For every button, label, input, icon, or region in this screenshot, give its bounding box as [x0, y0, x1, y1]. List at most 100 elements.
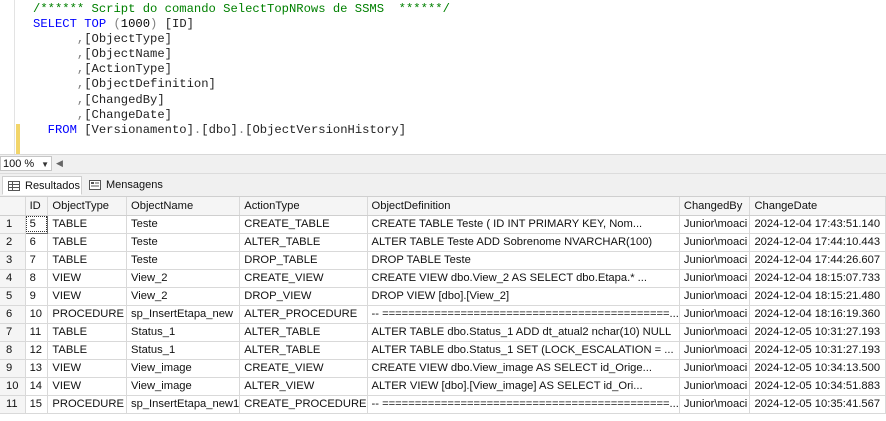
row-number[interactable]: 10	[0, 377, 26, 396]
column-header[interactable]: ObjectName	[126, 197, 241, 216]
table-cell[interactable]: TABLE	[47, 251, 128, 270]
table-row[interactable]: 2 6 TABLE Teste ALTER_TABLE ALTER TABLE Teste…	[0, 233, 886, 252]
table-cell[interactable]: 2024-12-05 10:35:41.567	[749, 395, 886, 414]
table-cell[interactable]: DROP VIEW [dbo].[View_2]	[367, 287, 680, 306]
table-cell[interactable]: 5	[24, 214, 49, 234]
column-header[interactable]: ChangeDate	[749, 197, 886, 216]
row-number[interactable]: 1	[0, 215, 26, 234]
table-cell[interactable]: VIEW	[47, 287, 128, 306]
table-cell[interactable]: CREATE_VIEW	[239, 359, 368, 378]
table-cell[interactable]: 13	[25, 359, 49, 378]
table-cell[interactable]: Teste	[126, 215, 241, 234]
table-cell[interactable]: DROP TABLE Teste	[367, 251, 680, 270]
row-number[interactable]: 3	[0, 251, 26, 270]
table-cell[interactable]: Junior\moaci	[679, 359, 751, 378]
table-cell[interactable]: TABLE	[47, 323, 128, 342]
row-number[interactable]: 2	[0, 233, 26, 252]
table-cell[interactable]: ALTER_TABLE	[239, 323, 368, 342]
table-cell[interactable]: Junior\moaci	[679, 341, 751, 360]
table-cell[interactable]: Junior\moaci	[679, 323, 751, 342]
table-cell[interactable]: CREATE TABLE Teste ( ID INT PRIMARY KEY,…	[367, 215, 680, 234]
table-cell[interactable]: Junior\moaci	[679, 305, 751, 324]
table-cell[interactable]: View_2	[126, 287, 241, 306]
table-cell[interactable]: ALTER TABLE Teste ADD Sobrenome NVARCHAR…	[367, 233, 680, 252]
table-cell[interactable]: 12	[25, 341, 49, 360]
table-cell[interactable]: View_image	[126, 377, 241, 396]
table-cell[interactable]: View_2	[126, 269, 241, 288]
table-row[interactable]: 11 15 PROCEDURE sp_InsertEtapa_new1 CREATE_P…	[0, 395, 886, 414]
table-cell[interactable]: PROCEDURE	[47, 395, 128, 414]
column-header[interactable]: ObjectDefinition	[367, 197, 680, 216]
table-cell[interactable]: CREATE VIEW dbo.View_2 AS SELECT dbo.Eta…	[367, 269, 680, 288]
table-cell[interactable]: ALTER_TABLE	[239, 233, 368, 252]
table-cell[interactable]: DROP_TABLE	[239, 251, 368, 270]
table-cell[interactable]: 2024-12-05 10:31:27.193	[749, 323, 886, 342]
table-cell[interactable]: 2024-12-05 10:31:27.193	[749, 341, 886, 360]
table-cell[interactable]: 2024-12-04 17:44:10.443	[749, 233, 886, 252]
row-number[interactable]: 4	[0, 269, 26, 288]
tab-resultados[interactable]: Resultados	[2, 176, 82, 195]
table-cell[interactable]: 15	[25, 395, 49, 414]
column-header[interactable]: ObjectType	[47, 197, 128, 216]
scroll-left-icon[interactable]: ◀	[56, 158, 63, 169]
table-cell[interactable]: sp_InsertEtapa_new	[126, 305, 241, 324]
table-cell[interactable]: VIEW	[47, 269, 128, 288]
table-cell[interactable]: CREATE VIEW dbo.View_image AS SELECT id_…	[367, 359, 680, 378]
table-row[interactable]: 10 14 VIEW View_image ALTER_VIEW ALTER VIEW …	[0, 377, 886, 396]
table-cell[interactable]: 14	[25, 377, 49, 396]
table-cell[interactable]: Junior\moaci	[679, 233, 751, 252]
table-row[interactable]: 5 9 VIEW View_2 DROP_VIEW DROP VIEW [dbo].[Vi…	[0, 287, 886, 306]
table-cell[interactable]: 10	[25, 305, 49, 324]
column-header[interactable]: ChangedBy	[679, 197, 751, 216]
table-cell[interactable]: 8	[25, 269, 49, 288]
table-cell[interactable]: 11	[25, 323, 49, 342]
query-editor[interactable]: /****** Script do comando SelectTopNRows…	[0, 0, 886, 154]
table-cell[interactable]: 7	[25, 251, 49, 270]
sql-code[interactable]: /****** Script do comando SelectTopNRows…	[33, 2, 450, 138]
table-cell[interactable]: CREATE_TABLE	[239, 215, 368, 234]
row-number[interactable]: 8	[0, 341, 26, 360]
zoom-select[interactable]: 100 % ▼	[0, 156, 52, 171]
table-cell[interactable]: 9	[25, 287, 49, 306]
table-cell[interactable]: Junior\moaci	[679, 251, 751, 270]
table-cell[interactable]: ALTER TABLE dbo.Status_1 ADD dt_atual2 n…	[367, 323, 680, 342]
table-cell[interactable]: View_image	[126, 359, 241, 378]
table-cell[interactable]: Status_1	[126, 323, 241, 342]
table-row[interactable]: 4 8 VIEW View_2 CREATE_VIEW CREATE VIEW dbo.V…	[0, 269, 886, 288]
table-cell[interactable]: DROP_VIEW	[239, 287, 368, 306]
table-cell[interactable]: Junior\moaci	[679, 287, 751, 306]
table-cell[interactable]: 2024-12-04 17:44:26.607	[749, 251, 886, 270]
table-cell[interactable]: Teste	[126, 251, 241, 270]
table-cell[interactable]: ALTER_PROCEDURE	[239, 305, 368, 324]
table-cell[interactable]: CREATE_VIEW	[239, 269, 368, 288]
table-cell[interactable]: 6	[25, 233, 49, 252]
column-header[interactable]: ID	[25, 197, 49, 216]
row-number[interactable]: 7	[0, 323, 26, 342]
table-cell[interactable]: CREATE_PROCEDURE	[239, 395, 368, 414]
table-cell[interactable]: Junior\moaci	[679, 395, 751, 414]
table-cell[interactable]: 2024-12-04 18:15:21.480	[749, 287, 886, 306]
table-row[interactable]: 3 7 TABLE Teste DROP_TABLE DROP TABLE Teste Ju…	[0, 251, 886, 270]
table-cell[interactable]: VIEW	[47, 377, 128, 396]
table-cell[interactable]: -- =====================================…	[367, 395, 680, 414]
table-row[interactable]: 7 11 TABLE Status_1 ALTER_TABLE ALTER TABLE d…	[0, 323, 886, 342]
table-cell[interactable]: 2024-12-04 18:15:07.733	[749, 269, 886, 288]
table-cell[interactable]: Teste	[126, 233, 241, 252]
table-cell[interactable]: Status_1	[126, 341, 241, 360]
table-cell[interactable]: TABLE	[47, 215, 128, 234]
table-row[interactable]: 6 10 PROCEDURE sp_InsertEtapa_new ALTER_PROC…	[0, 305, 886, 324]
table-cell[interactable]: ALTER VIEW [dbo].[View_image] AS SELECT …	[367, 377, 680, 396]
table-cell[interactable]: PROCEDURE	[47, 305, 128, 324]
table-cell[interactable]: 2024-12-05 10:34:13.500	[749, 359, 886, 378]
table-cell[interactable]: Junior\moaci	[679, 269, 751, 288]
grid-corner[interactable]	[0, 197, 26, 216]
table-cell[interactable]: -- =====================================…	[367, 305, 680, 324]
table-cell[interactable]: ALTER_TABLE	[239, 341, 368, 360]
table-cell[interactable]: VIEW	[47, 359, 128, 378]
table-cell[interactable]: 2024-12-04 17:43:51.140	[749, 215, 886, 234]
table-cell[interactable]: 2024-12-04 18:16:19.360	[749, 305, 886, 324]
table-cell[interactable]: ALTER_VIEW	[239, 377, 368, 396]
table-cell[interactable]: TABLE	[47, 341, 128, 360]
row-number[interactable]: 9	[0, 359, 26, 378]
row-number[interactable]: 6	[0, 305, 26, 324]
